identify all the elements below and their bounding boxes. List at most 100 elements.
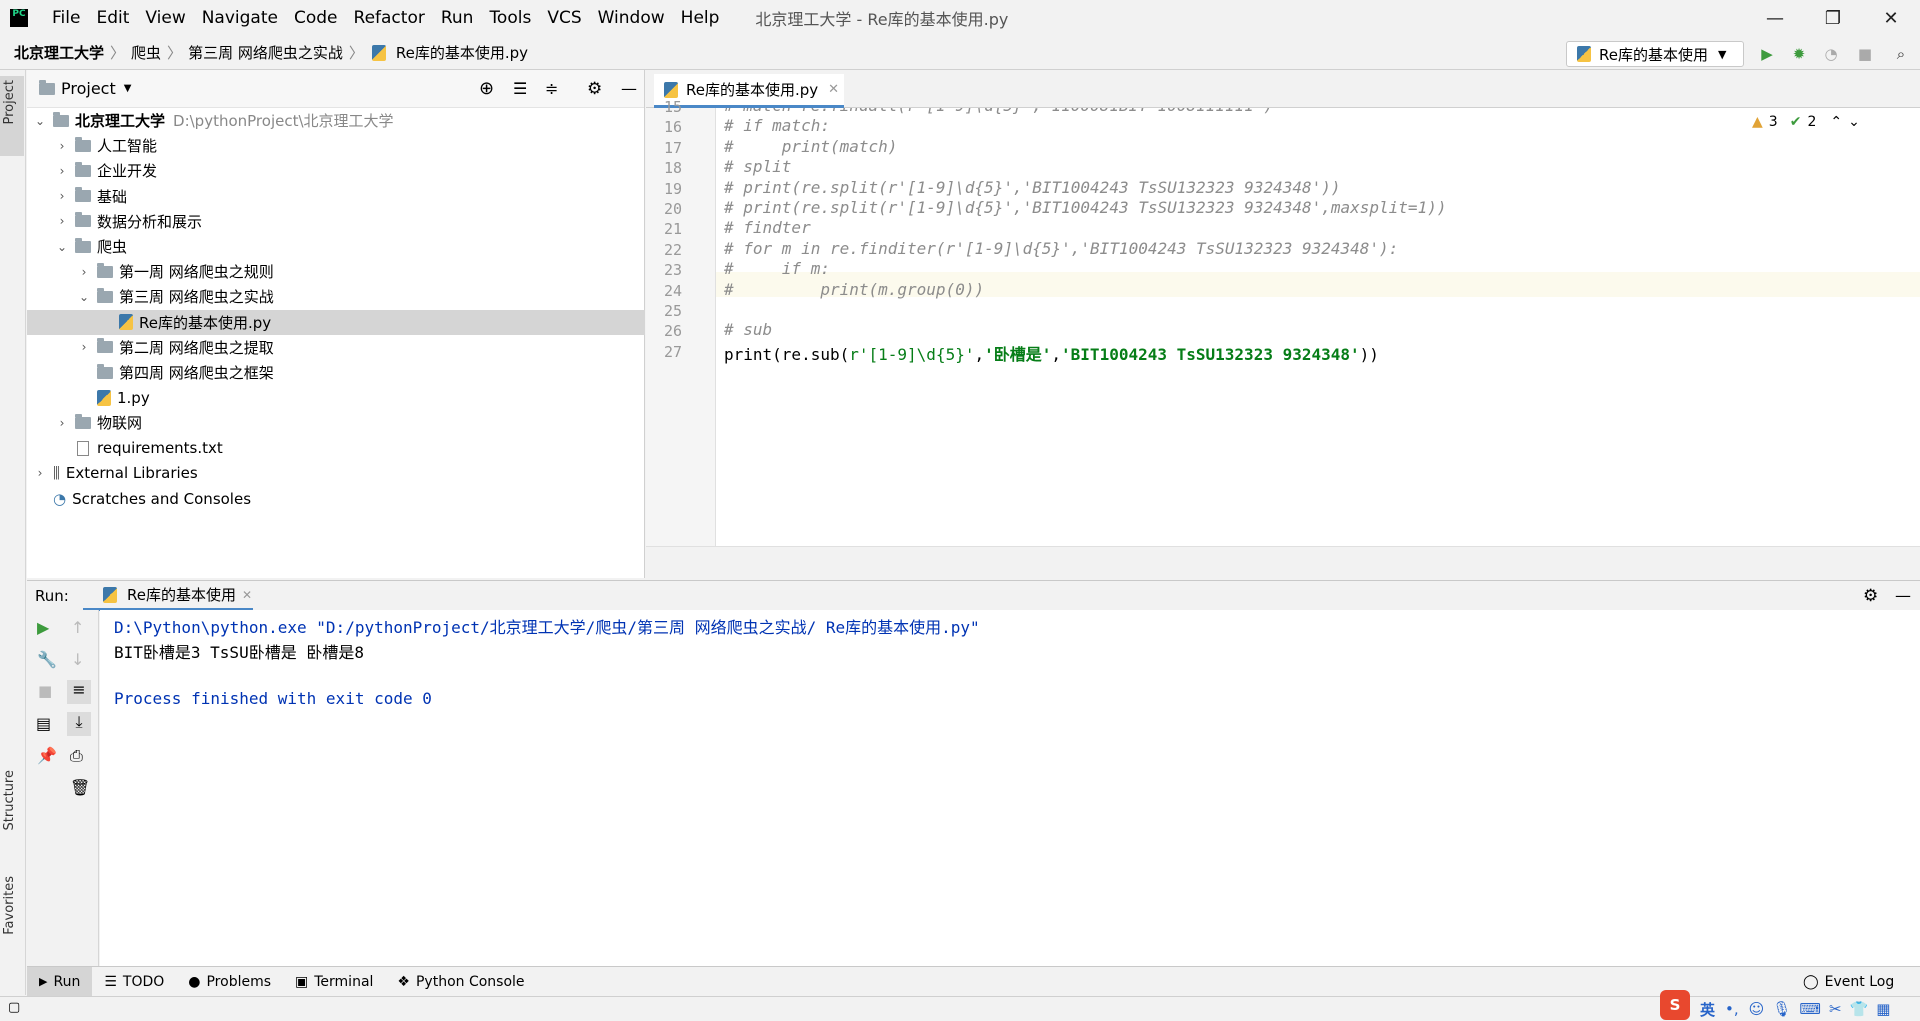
run-icon[interactable]: ▶ [1758, 45, 1776, 63]
code-editor[interactable]: ▲ 3 ✔ 2 ⌃ ⌄ # match=re.findall(r'[1-9]\d… [716, 108, 1920, 546]
coverage-icon[interactable]: ◔ [1822, 45, 1840, 63]
layout-icon[interactable]: ▤ [36, 714, 51, 733]
bottom-tab-problems[interactable]: ● Problems [176, 967, 283, 997]
tree-item[interactable]: ◔ Scratches and Consoles [27, 486, 645, 511]
tree-item[interactable]: Re库的基本使用.py [27, 309, 645, 335]
menu-window[interactable]: Window [590, 8, 673, 28]
stop-icon[interactable]: ■ [1856, 45, 1874, 63]
tree-item[interactable]: 1.py [27, 385, 645, 410]
chevron-right-icon[interactable]: › [55, 189, 69, 203]
debug-bug-icon[interactable]: ✹ [1790, 45, 1808, 63]
menu-file[interactable]: File [44, 8, 88, 28]
menu-view[interactable]: View [137, 8, 193, 28]
keyboard-icon[interactable]: ⌨ [1799, 1000, 1821, 1018]
microphone-icon[interactable]: 🎙 [1772, 1000, 1791, 1018]
hide-icon[interactable]: — [621, 79, 637, 98]
layout-toggle-icon[interactable]: ▢ [8, 1000, 20, 1015]
menu-code[interactable]: Code [286, 8, 346, 28]
run-tab[interactable]: Re库的基本使用 ✕ [83, 581, 253, 611]
tree-item[interactable]: › 基础 [27, 184, 645, 209]
tree-item[interactable]: 第四周 网络爬虫之框架 [27, 360, 645, 385]
close-tab-icon[interactable]: ✕ [828, 82, 839, 97]
project-panel-title[interactable]: Project [61, 79, 116, 98]
breadcrumb-folder[interactable]: 爬虫 [127, 42, 165, 63]
chevron-right-icon[interactable]: › [55, 139, 69, 153]
side-tab-structure[interactable]: Structure [2, 770, 17, 830]
tree-item[interactable]: › 人工智能 [27, 133, 645, 158]
wrench-icon[interactable]: 🔧 [37, 650, 57, 669]
tree-item[interactable]: ⌄ 第三周 网络爬虫之实战 [27, 284, 645, 309]
tree-item[interactable]: › ⫼ External Libraries [27, 461, 645, 486]
rerun-icon[interactable]: ▶ [37, 618, 49, 637]
chevron-right-icon[interactable]: › [55, 214, 69, 228]
tree-item[interactable]: › 企业开发 [27, 158, 645, 183]
toolbox-icon[interactable]: ✂ [1829, 1000, 1842, 1018]
menu-navigate[interactable]: Navigate [194, 8, 286, 28]
tree-item[interactable]: › 第二周 网络爬虫之提取 [27, 335, 645, 360]
gear-icon[interactable]: ⚙ [1863, 586, 1878, 606]
tree-item[interactable]: ⌄ 北京理工大学 D:\pythonProject\北京理工大学 [27, 108, 645, 133]
soft-wrap-icon[interactable]: ≡ [67, 680, 91, 704]
menu-tools[interactable]: Tools [481, 8, 539, 28]
chevron-down-icon[interactable]: ⌄ [33, 114, 47, 128]
tree-item-label: Re库的基本使用.py [139, 313, 272, 332]
sogou-icon[interactable]: S [1660, 990, 1690, 1020]
arrow-up-icon[interactable]: ↑ [71, 618, 84, 637]
print-icon[interactable]: ⎙ [70, 746, 83, 766]
tree-item[interactable]: ⌄ 爬虫 [27, 234, 645, 259]
event-log-button[interactable]: ◯ Event Log [1791, 967, 1906, 997]
arrow-down-icon[interactable]: ↓ [71, 650, 84, 669]
pin-icon[interactable]: 📌 [37, 746, 57, 765]
menu-help[interactable]: Help [673, 8, 728, 28]
minimize-button[interactable]: — [1746, 0, 1804, 36]
run-configuration-select[interactable]: Re库的基本使用 ▼ [1566, 41, 1744, 67]
hide-icon[interactable]: — [1895, 586, 1911, 605]
chevron-right-icon[interactable]: › [55, 416, 69, 430]
grid-icon[interactable]: ▦ [1876, 1000, 1890, 1018]
side-tab-project[interactable]: Project [2, 80, 17, 124]
breadcrumb-project[interactable]: 北京理工大学 [10, 42, 108, 63]
menu-run[interactable]: Run [433, 8, 482, 28]
bottom-tab-python-console[interactable]: ❖ Python Console [385, 967, 536, 997]
chevron-down-icon[interactable]: ⌄ [1848, 114, 1860, 130]
chevron-right-icon[interactable]: › [55, 164, 69, 178]
chevron-right-icon[interactable]: › [77, 265, 91, 279]
close-button[interactable]: ✕ [1862, 0, 1920, 36]
chevron-down-icon[interactable]: ⌄ [77, 290, 91, 304]
smiley-icon[interactable]: ☺ [1749, 1000, 1765, 1018]
tree-item[interactable]: › 第一周 网络爬虫之规则 [27, 259, 645, 284]
punctuation-icon[interactable]: •, [1725, 1000, 1739, 1018]
locate-icon[interactable]: ⊕ [479, 78, 494, 99]
chevron-down-icon[interactable]: ▼ [124, 83, 132, 94]
bottom-tab-terminal[interactable]: ▣ Terminal [283, 967, 385, 997]
gear-icon[interactable]: ⚙ [587, 79, 602, 99]
tree-item[interactable]: requirements.txt [27, 436, 645, 461]
chevron-right-icon[interactable]: › [33, 466, 47, 480]
shirt-icon[interactable]: 👕 [1850, 1000, 1869, 1018]
tree-item[interactable]: › 物联网 [27, 410, 645, 435]
restore-button[interactable]: ❐ [1804, 0, 1862, 36]
breadcrumb-subfolder[interactable]: 第三周 网络爬虫之实战 [184, 42, 347, 63]
bottom-tab-todo[interactable]: ☰ TODO [92, 967, 176, 997]
close-tab-icon[interactable]: ✕ [242, 588, 252, 602]
ime-language[interactable]: 英 [1700, 999, 1715, 1020]
chevron-right-icon[interactable]: › [77, 340, 91, 354]
menu-vcs[interactable]: VCS [539, 8, 589, 28]
search-icon[interactable]: ⌕ [1892, 45, 1910, 63]
expand-all-icon[interactable]: ☰ [513, 79, 527, 98]
console-output[interactable]: D:\Python\python.exe "D:/pythonProject/北… [100, 610, 1920, 966]
menu-refactor[interactable]: Refactor [346, 8, 433, 28]
side-tab-favorites[interactable]: Favorites [2, 876, 17, 935]
chevron-down-icon[interactable]: ⌄ [55, 240, 69, 254]
scroll-to-end-icon[interactable]: ⤓ [67, 712, 91, 736]
stop-icon[interactable]: ■ [38, 682, 52, 700]
chevron-up-icon[interactable]: ⌃ [1830, 114, 1842, 130]
menu-edit[interactable]: Edit [88, 8, 137, 28]
tree-item[interactable]: › 数据分析和展示 [27, 209, 645, 234]
breadcrumb-file[interactable]: Re库的基本使用.py [392, 42, 532, 63]
collapse-all-icon[interactable]: ≑ [545, 79, 558, 98]
bottom-tab-run[interactable]: ▶ Run [27, 966, 93, 997]
editor-tab-active[interactable]: Re库的基本使用.py ✕ [654, 74, 844, 108]
inspection-widget[interactable]: ▲ 3 ✔ 2 ⌃ ⌄ [1752, 114, 1860, 130]
trash-icon[interactable]: 🗑 [70, 778, 90, 797]
